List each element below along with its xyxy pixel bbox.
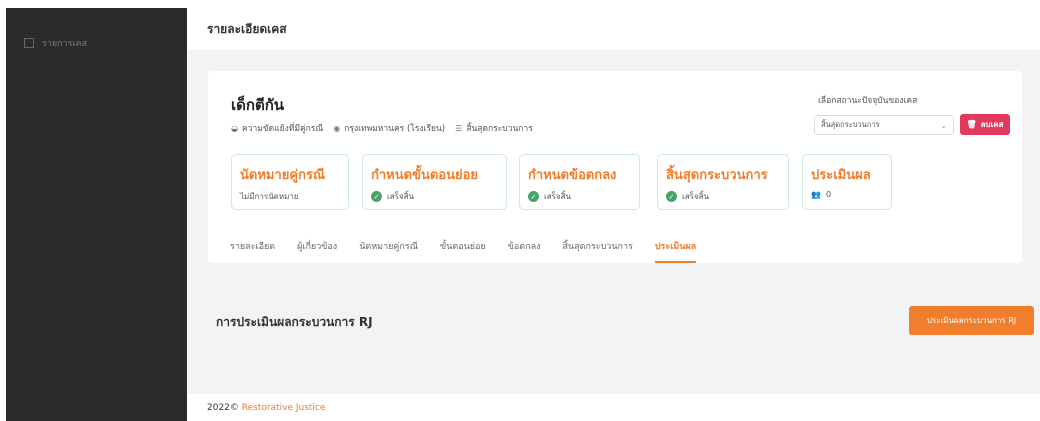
sidebar-item-label: รายการเคส <box>42 39 88 49</box>
list-icon: ☰ <box>455 123 463 133</box>
step-status: ✓ เสร็จสิ้น <box>371 190 506 203</box>
status-label: เลือกสถานะปัจจุบันของเคส <box>818 96 918 106</box>
location-icon: ◉ <box>333 123 341 133</box>
delete-case-button[interactable]: 🗑 ลบเคส <box>960 114 1010 135</box>
step-status: 👥 0 <box>811 190 832 199</box>
conflict-icon: ◒ <box>231 123 238 133</box>
footer-brand-link[interactable]: Restorative Justice <box>242 403 326 413</box>
page-title: รายละเอียดเคส <box>207 21 287 36</box>
tab-details[interactable]: รายละเอียด <box>230 239 275 263</box>
sidebar-item-case-list[interactable]: รายการเคส <box>6 8 187 50</box>
case-location: ◉ กรุงเทพมหานคร (โรงเรียน) <box>333 123 446 135</box>
step-title: ประเมินผล <box>811 168 871 183</box>
sidebar: รายการเคส <box>6 8 187 421</box>
step-card-substeps[interactable]: กำหนดขั้นตอนย่อย ✓ เสร็จสิ้น <box>362 154 507 210</box>
footer-year: 2022© <box>207 403 239 413</box>
tab-substeps[interactable]: ขั้นตอนย่อย <box>440 239 486 263</box>
main-content: รายละเอียดเคส เด็กตีกัน ◒ ความขัดแย้งที่… <box>188 8 1040 421</box>
footer: 2022© Restorative Justice <box>188 394 1040 421</box>
step-title: กำหนดขั้นตอนย่อย <box>371 168 479 183</box>
status-select[interactable]: สิ้นสุดกระบวนการ ⌄ <box>814 115 954 135</box>
step-card-appointment[interactable]: นัดหมายคู่กรณี ไม่มีการนัดหมาย <box>231 154 349 210</box>
step-title: กำหนดข้อตกลง <box>528 168 617 183</box>
step-status: ✓ เสร็จสิ้น <box>528 190 639 203</box>
tab-stakeholders[interactable]: ผู้เกี่ยวข้อง <box>297 239 337 263</box>
case-status-text: ☰ สิ้นสุดกระบวนการ <box>455 123 533 135</box>
step-status: ไม่มีการนัดหมาย <box>240 192 299 201</box>
trash-icon: 🗑 <box>966 120 977 129</box>
case-tabs: รายละเอียด ผู้เกี่ยวข้อง นัดหมายคู่กรณี … <box>230 239 718 263</box>
case-card: เด็กตีกัน ◒ ความขัดแย้งที่มีคู่กรณี ◉ กร… <box>208 71 1022 263</box>
evaluation-section-title: การประเมินผลกระบวนการ RJ <box>216 315 373 329</box>
check-badge-icon: ✓ <box>371 191 382 202</box>
evaluate-rj-button[interactable]: ประเมินผลกระบวนการ RJ <box>909 306 1034 335</box>
step-title: นัดหมายคู่กรณี <box>240 168 325 183</box>
status-select-value: สิ้นสุดกระบวนการ <box>821 120 880 129</box>
people-icon: 👥 <box>811 190 821 199</box>
step-card-completion[interactable]: สิ้นสุดกระบวนการ ✓ เสร็จสิ้น <box>657 154 789 210</box>
step-card-evaluation[interactable]: ประเมินผล 👥 0 <box>802 154 892 210</box>
case-title: เด็กตีกัน <box>231 96 285 114</box>
case-type: ◒ ความขัดแย้งที่มีคู่กรณี <box>231 123 324 135</box>
tab-appointment[interactable]: นัดหมายคู่กรณี <box>359 239 418 263</box>
step-title: สิ้นสุดกระบวนการ <box>666 168 768 183</box>
tab-evaluation[interactable]: ประเมินผล <box>654 239 697 263</box>
step-card-agreement[interactable]: กำหนดข้อตกลง ✓ เสร็จสิ้น <box>519 154 640 210</box>
tab-agreement[interactable]: ข้อตกลง <box>508 239 541 263</box>
check-badge-icon: ✓ <box>528 191 539 202</box>
step-status: ✓ เสร็จสิ้น <box>666 190 788 203</box>
chevron-down-icon: ⌄ <box>940 120 947 130</box>
page-header: รายละเอียดเคส <box>188 8 1040 50</box>
tab-completion[interactable]: สิ้นสุดกระบวนการ <box>562 239 632 263</box>
check-badge-icon: ✓ <box>666 191 677 202</box>
list-icon <box>24 38 34 48</box>
case-meta: ◒ ความขัดแย้งที่มีคู่กรณี ◉ กรุงเทพมหานค… <box>231 121 533 135</box>
